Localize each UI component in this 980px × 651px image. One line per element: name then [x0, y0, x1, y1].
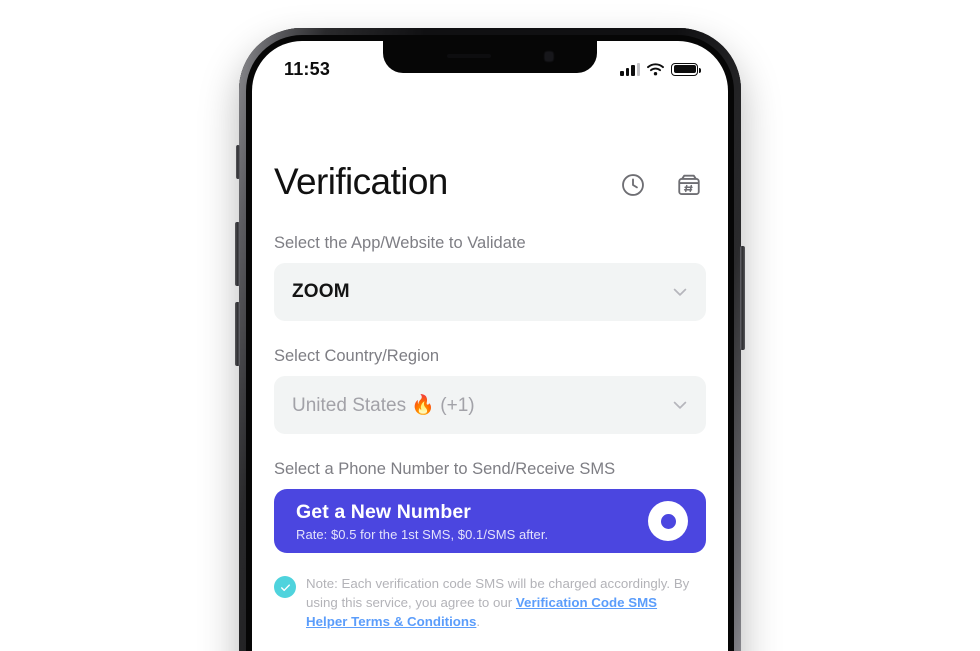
power-button[interactable] [740, 246, 745, 350]
header-actions [620, 166, 702, 198]
phone-screen: 11:53 Verification Select the App/Websit… [252, 41, 728, 651]
wifi-icon [647, 62, 664, 75]
country-select-value: United States 🔥 (+1) [292, 395, 475, 416]
page-title: Verification [274, 161, 448, 202]
check-circle-icon [274, 576, 296, 598]
app-select-label: Select the App/Website to Validate [274, 234, 526, 252]
clock-icon[interactable] [620, 172, 646, 198]
get-new-number-button[interactable]: Get a New Number Rate: $0.5 for the 1st … [274, 489, 706, 553]
silent-switch-button[interactable] [236, 145, 240, 179]
app-select-dropdown[interactable]: ZOOM [274, 263, 706, 321]
screenshot-canvas: 11:53 Verification Select the App/Websit… [0, 0, 980, 651]
terms-note-period: . [476, 613, 481, 629]
cta-rate-text: Rate: $0.5 for the 1st SMS, $0.1/SMS aft… [296, 526, 549, 542]
battery-full-icon [671, 62, 701, 76]
app-content: Verification Select the App/Website to V… [252, 87, 728, 651]
terms-note: Note: Each verification code SMS will be… [274, 575, 706, 632]
status-bar: 11:53 [252, 41, 728, 87]
cellular-bars-icon [620, 62, 640, 76]
country-select-dropdown[interactable]: United States 🔥 (+1) [274, 376, 706, 434]
record-dot-icon [648, 501, 688, 541]
inbox-hash-icon[interactable] [676, 172, 702, 198]
page-header: Verification [274, 163, 706, 200]
terms-note-text: Note: Each verification code SMS will be… [306, 575, 700, 632]
app-select-value: ZOOM [292, 281, 350, 302]
status-bar-time: 11:53 [284, 58, 331, 79]
volume-down-button[interactable] [235, 302, 240, 366]
volume-up-button[interactable] [235, 222, 240, 286]
status-bar-indicators [620, 62, 701, 76]
chevron-down-icon [673, 401, 687, 409]
phone-number-label: Select a Phone Number to Send/Receive SM… [274, 460, 616, 478]
chevron-down-icon [673, 288, 687, 296]
country-select-label: Select Country/Region [274, 347, 440, 365]
cta-title: Get a New Number [296, 500, 471, 523]
phone-device: 11:53 Verification Select the App/Websit… [235, 28, 745, 651]
